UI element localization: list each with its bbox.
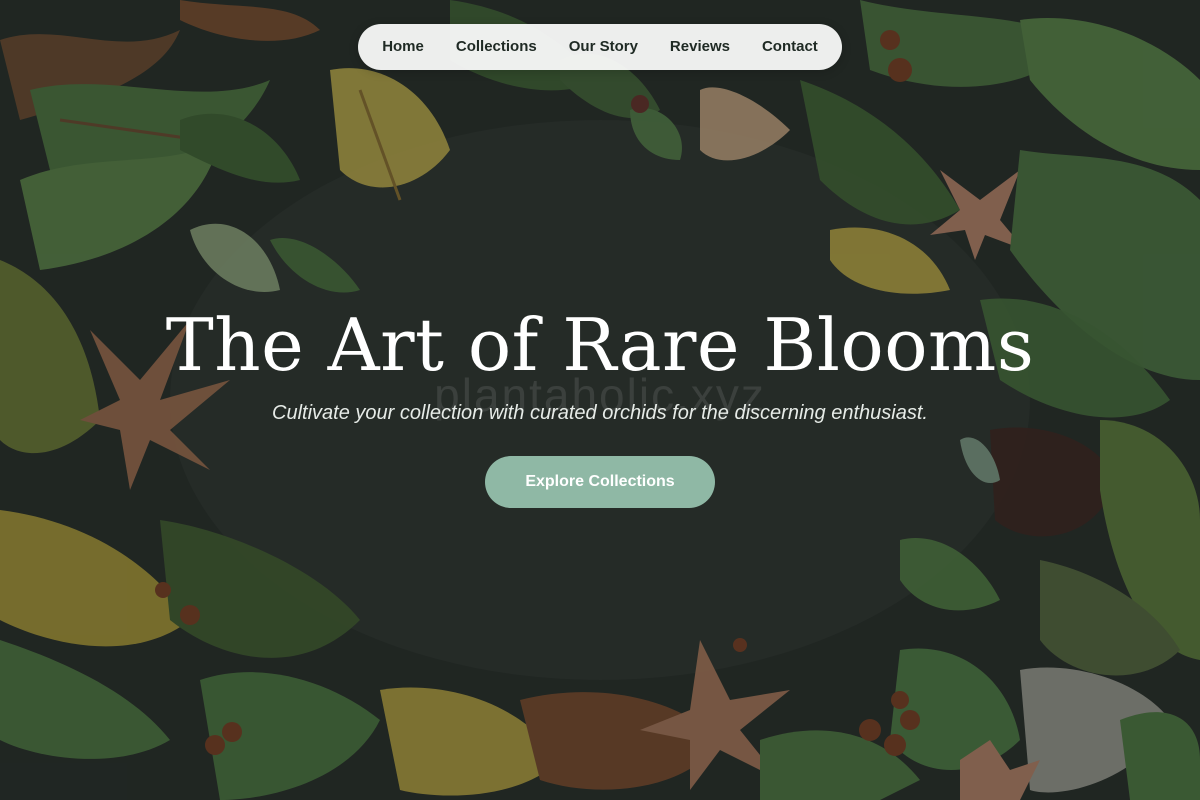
nav-link-home[interactable]: Home — [366, 24, 440, 70]
hero-section: Home Collections Our Story Reviews Conta… — [0, 0, 1200, 800]
hero-title: The Art of Rare Blooms — [165, 303, 1035, 387]
top-navigation: Home Collections Our Story Reviews Conta… — [358, 24, 842, 70]
hero-subtitle: Cultivate your collection with curated o… — [272, 402, 928, 424]
nav-link-our-story[interactable]: Our Story — [553, 24, 654, 70]
nav-link-collections[interactable]: Collections — [440, 24, 553, 70]
nav-link-reviews[interactable]: Reviews — [654, 24, 746, 70]
dark-overlay — [0, 0, 1200, 800]
explore-collections-button[interactable]: Explore Collections — [485, 456, 715, 508]
nav-link-contact[interactable]: Contact — [746, 24, 834, 70]
